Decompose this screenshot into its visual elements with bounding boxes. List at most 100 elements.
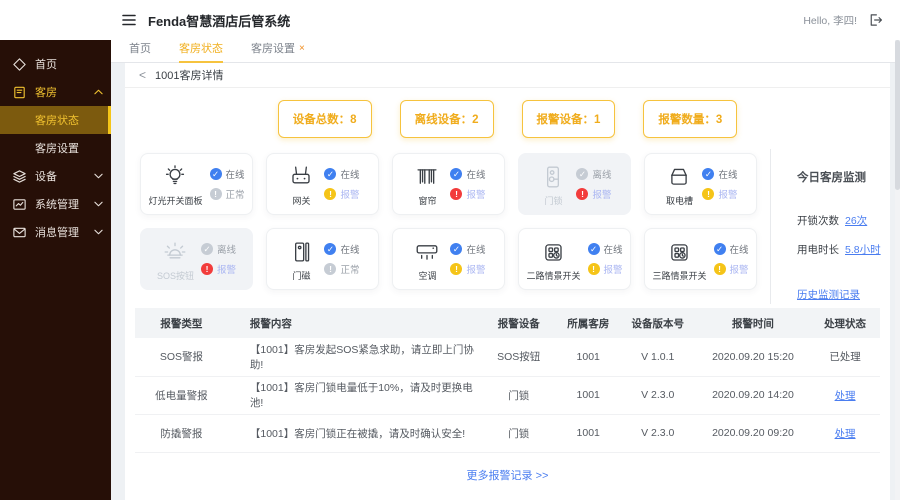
alarm-type-cell: SOS警报 [135,338,228,377]
device-name: 网关 [292,196,311,206]
alarm-content-cell: 【1001】客房门锁正在被撬，请及时确认安全! [227,414,481,453]
status-normal-icon: ! [324,263,337,275]
status-offline-icon: ✓ [201,243,213,255]
status-label: 在线 [340,245,360,256]
room-number-cell: 1001 [556,414,620,453]
sidebar-item-label: 设备 [35,171,57,183]
breadcrumb: < 1001客房详情 [125,63,890,88]
main-area: 首页 客房状态 客房设置 × < 1001客房详情 设备总数：8 离线设备：2 报警… [111,40,900,500]
column-header: 所属客房 [556,308,620,338]
power-duration-row: 用电时长 5.8小时 [797,242,884,257]
status-warn-badge: ! 报警 [702,187,738,201]
device-version-cell: V 2.3.0 [619,376,696,415]
page-title: 1001客房详情 [155,70,224,82]
status-online-badge: ✓ 在线 [450,167,486,181]
alarm-device-cell: 门锁 [480,414,557,453]
sidebar-subitem-客房设置[interactable]: 客房设置 [0,134,111,162]
device-card-二路情景开关[interactable]: 二路情景开关 ✓ 在线 ! 报警 [518,228,631,290]
device-card-窗帘[interactable]: 窗帘 ✓ 在线 ! 报警 [392,153,505,215]
unlock-count-link[interactable]: 26次 [845,215,867,227]
status-label: 正常 [225,190,245,201]
alarm-table-header: 报警类型 报警内容 报警设备 所属客房 设备版本号 报警时间 处理状态 [135,308,880,338]
scrollbar[interactable] [895,40,900,500]
device-version-cell: V 1.0.1 [619,338,696,377]
sidebar-item-消息管理[interactable]: 消息管理 [0,218,111,246]
handle-link[interactable]: 处理 [835,390,856,402]
device-card-门锁[interactable]: 门锁 ✓ 离线 ! 报警 [518,153,631,215]
chevron-up-icon [94,89,103,95]
status-normal-badge: ! 正常 [209,187,245,201]
tab-客房状态[interactable]: 客房状态 [179,40,223,63]
sidebar-subitem-客房状态[interactable]: 客房状态 [0,106,111,134]
sidebar-item-label: 首页 [35,59,57,71]
logout-icon[interactable] [867,12,884,28]
device-name: 门锁 [544,196,563,206]
status-danger-badge: ! 报警 [201,262,236,276]
status-online-icon: ✓ [713,243,726,255]
device-name: 窗帘 [418,196,437,206]
tab-客房设置[interactable]: 客房设置 × [251,40,305,63]
column-header: 报警内容 [227,308,481,338]
device-card-三路情景开关[interactable]: 三路情景开关 ✓ 在线 ! 报警 [644,228,757,290]
unlock-count-label: 开锁次数 [797,215,839,227]
close-tab-icon[interactable]: × [299,43,305,54]
status-offline-icon: ✓ [576,168,589,180]
status-danger-icon: ! [576,188,589,200]
light-panel-icon [159,161,191,193]
status-label: 在线 [340,170,360,181]
device-name: 空调 [418,271,437,281]
status-danger-icon: ! [450,188,463,200]
message-icon [12,225,27,240]
tab-label: 客房状态 [179,43,223,55]
status-warn-icon: ! [324,188,337,200]
handle-link[interactable]: 处理 [835,428,856,440]
status-online-badge: ✓ 在线 [587,242,623,256]
column-header: 设备版本号 [619,308,696,338]
sidebar-item-label: 消息管理 [35,227,79,239]
monitor-panel: 今日客房监测 开锁次数 26次 用电时长 5.8小时 历史监测记录 [770,149,890,304]
handle-state-cell: 处理 [810,414,880,453]
status-label: 报警 [603,265,623,276]
tab-bar: 首页 客房状态 客房设置 × [111,40,900,63]
status-online-badge: ✓ 在线 [450,242,486,256]
status-online-icon: ✓ [450,243,463,255]
column-header: 处理状态 [810,308,880,338]
sidebar-item-首页[interactable]: 首页 [0,50,111,78]
status-online-badge: ✓ 在线 [209,167,245,181]
alarm-table-row: 低电量警报 【1001】客房门锁电量低于10%，请及时更换电池! 门锁 1001 V 2… [135,376,880,415]
status-label: 报警 [729,265,749,276]
scene-switch-icon [663,236,695,268]
alarm-type-cell: 防撬警报 [135,414,228,453]
stat-badge: 离线设备：2 [399,100,494,138]
tab-首页[interactable]: 首页 [129,40,151,63]
back-arrow-icon[interactable]: < [139,68,146,82]
device-section: 灯光开关面板 ✓ 在线 ! 正常 网关 ✓ 在线 ! 报警 窗帘 ✓ 在线 ! … [125,149,890,304]
device-card-空调[interactable]: 空调 ✓ 在线 ! 报警 [392,228,505,290]
scrollbar-thumb[interactable] [895,40,900,190]
device-card-SOS按钮[interactable]: SOS按钮 ✓ 离线 ! 报警 [140,228,253,290]
device-card-门磁[interactable]: 门磁 ✓ 在线 ! 正常 [266,228,379,290]
history-records-link[interactable]: 历史监测记录 [797,287,860,302]
device-card-网关[interactable]: 网关 ✓ 在线 ! 报警 [266,153,379,215]
status-label: 在线 [225,170,245,181]
device-card-取电槽[interactable]: 取电槽 ✓ 在线 ! 报警 [644,153,757,215]
sidebar-item-系统管理[interactable]: 系统管理 [0,190,111,218]
status-label: 报警 [466,265,486,276]
status-warn-badge: ! 报警 [587,262,623,276]
status-warn-icon: ! [713,263,726,275]
more-alarms-link[interactable]: 更多报警记录 >> [467,470,549,482]
status-label: 报警 [340,190,360,201]
menu-icon[interactable] [122,14,136,26]
alarm-device-cell: 门锁 [480,376,557,415]
status-online-icon: ✓ [587,243,600,255]
status-label: 在线 [729,245,749,256]
status-online-icon: ✓ [324,168,337,180]
alarm-time-cell: 2020.09.20 14:20 [695,376,811,415]
device-card-灯光开关面板[interactable]: 灯光开关面板 ✓ 在线 ! 正常 [140,153,253,215]
user-greeting: Hello, 李四! [803,14,857,27]
status-online-badge: ✓ 在线 [324,242,360,256]
power-duration-link[interactable]: 5.8小时 [845,244,881,256]
sidebar-item-客房[interactable]: 客房 [0,78,111,106]
sidebar-item-设备[interactable]: 设备 [0,162,111,190]
status-label: 正常 [340,265,360,276]
